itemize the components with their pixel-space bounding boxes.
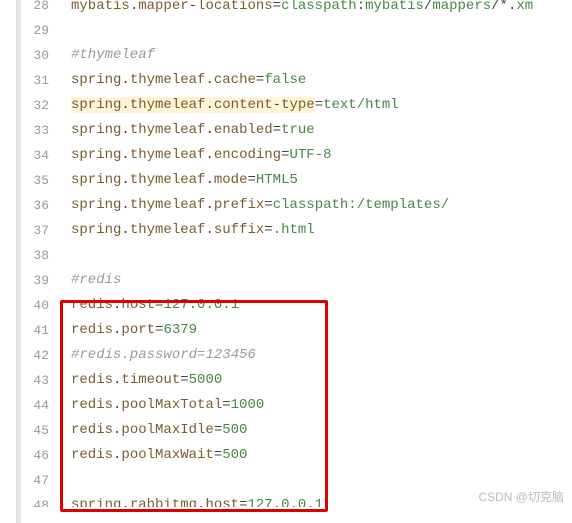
code-area[interactable]: mybatis.mapper-locations=classpath:mybat… <box>57 0 572 523</box>
code-line: spring.thymeleaf.prefix=classpath:/templ… <box>71 193 572 218</box>
line-number: 32 <box>21 93 49 118</box>
line-number: 45 <box>21 418 49 443</box>
csdn-watermark: CSDN @切克脑 <box>478 488 564 505</box>
code-line: redis.host=127.0.0.1 <box>71 293 572 318</box>
code-line: redis.poolMaxIdle=500 <box>71 418 572 443</box>
line-number: 39 <box>21 268 49 293</box>
code-line: redis.timeout=5000 <box>71 368 572 393</box>
code-line <box>71 243 572 268</box>
code-line: #thymeleaf <box>71 43 572 68</box>
code-line: spring.thymeleaf.content-type=text/html <box>71 93 572 118</box>
editor-left-margin <box>0 0 17 523</box>
code-line: spring.thymeleaf.suffix=.html <box>71 218 572 243</box>
line-number: 40 <box>21 293 49 318</box>
line-number: 28 <box>21 0 49 18</box>
code-line <box>71 18 572 43</box>
line-number: 42 <box>21 343 49 368</box>
line-number: 30 <box>21 43 49 68</box>
code-line: spring.thymeleaf.encoding=UTF-8 <box>71 143 572 168</box>
line-number: 34 <box>21 143 49 168</box>
code-line: #redis.password=123456 <box>71 343 572 368</box>
line-number: 44 <box>21 393 49 418</box>
line-number: 41 <box>21 318 49 343</box>
line-number: 46 <box>21 443 49 468</box>
line-number: 33 <box>21 118 49 143</box>
code-line: #redis <box>71 268 572 293</box>
line-number: 38 <box>21 243 49 268</box>
line-number: 48 <box>21 493 49 507</box>
code-line: redis.poolMaxTotal=1000 <box>71 393 572 418</box>
line-number: 36 <box>21 193 49 218</box>
line-number: 37 <box>21 218 49 243</box>
line-number: 35 <box>21 168 49 193</box>
code-line: redis.port=6379 <box>71 318 572 343</box>
code-line: spring.thymeleaf.enabled=true <box>71 118 572 143</box>
line-number: 29 <box>21 18 49 43</box>
code-line: mybatis.mapper-locations=classpath:mybat… <box>71 0 572 18</box>
line-number-gutter: 2829303132333435363738394041424344454647… <box>21 0 57 523</box>
code-line: spring.thymeleaf.cache=false <box>71 68 572 93</box>
line-number: 31 <box>21 68 49 93</box>
line-number: 43 <box>21 368 49 393</box>
code-line: redis.poolMaxWait=500 <box>71 443 572 468</box>
line-number: 47 <box>21 468 49 493</box>
code-line: spring.thymeleaf.mode=HTML5 <box>71 168 572 193</box>
